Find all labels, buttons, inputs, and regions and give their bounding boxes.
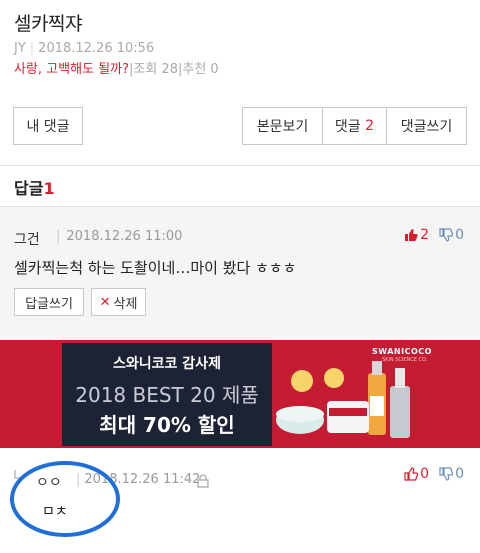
post-author: JY <box>14 41 26 56</box>
comment-item: ㅇㅇ | 2018.12.26 11:42 0 0 ㅁㅊ <box>0 448 480 553</box>
comments-button[interactable]: 댓글 2 <box>323 108 387 144</box>
dislike-button[interactable]: 0 <box>439 466 464 482</box>
comments-count: 2 <box>365 118 375 134</box>
lock-icon <box>197 474 209 488</box>
ad-brand: SWANICOCO <box>372 347 432 356</box>
like-button[interactable]: 0 <box>404 466 429 482</box>
delete-label: 삭제 <box>113 296 138 312</box>
ad-line-1: 스와니코코 감사제 <box>113 356 221 372</box>
reply-button[interactable]: 답글쓰기 <box>14 288 84 316</box>
post-title: 셀카찍쟈 <box>14 13 82 35</box>
comment-votes: 2 0 <box>404 227 464 243</box>
comments-label: 댓글 <box>334 119 361 135</box>
dislike-button[interactable]: 0 <box>439 227 464 243</box>
post-header: 셀카찍쟈 JY | 2018.12.26 10:56 사랑, 고백해도 될까?|조회… <box>0 0 480 100</box>
post-meta-2: 사랑, 고백해도 될까?|조회 28|추천 0 <box>14 62 219 77</box>
my-comments-button[interactable]: 내 댓글 <box>13 107 83 145</box>
view-post-button[interactable]: 본문보기 <box>243 108 323 144</box>
like-button[interactable]: 2 <box>404 227 429 243</box>
close-icon: ✕ <box>99 294 111 310</box>
post-meta: JY | 2018.12.26 10:56 <box>14 41 155 56</box>
replies-count: 1 <box>43 179 55 198</box>
post-date: 2018.12.26 10:56 <box>38 41 155 56</box>
thumbs-up-icon <box>404 467 419 481</box>
thumbs-up-icon <box>405 229 418 241</box>
ad-line-3: 최대 70% 할인 <box>99 413 235 437</box>
ad-text-box: 스와니코코 감사제 2018 BEST 20 제품 최대 70% 할인 <box>62 343 272 446</box>
comment-votes: 0 0 <box>404 466 464 482</box>
like-count: 0 <box>420 466 430 482</box>
thumbs-down-icon <box>439 228 454 242</box>
dislike-count: 0 <box>455 227 464 243</box>
divider <box>0 165 480 166</box>
comment-date: | 2018.12.26 11:00 <box>56 229 183 244</box>
post-category-link[interactable]: 사랑, 고백해도 될까? <box>14 62 129 77</box>
post-views: 조회 28 <box>133 62 178 77</box>
delete-button[interactable]: ✕ 삭제 <box>91 288 146 316</box>
comment-body: 셀카찍는척 하는 도촬이네…마이 봤다 ㅎㅎㅎ <box>14 259 297 277</box>
product-image <box>276 361 410 438</box>
thumbs-down-icon <box>439 467 454 481</box>
dislike-count: 0 <box>455 466 464 482</box>
ad-line-2: 2018 BEST 20 제품 <box>75 383 259 407</box>
replies-heading: 답글1 <box>14 175 55 199</box>
annotation-circle <box>10 461 120 537</box>
post-recommend: 추천 0 <box>182 62 219 77</box>
comment-author: 그건 <box>14 232 40 248</box>
comment-action-group: 본문보기 댓글 2 댓글쓰기 <box>242 107 467 145</box>
write-comment-button[interactable]: 댓글쓰기 <box>387 108 466 144</box>
comment-item: 그건 | 2018.12.26 11:00 2 0 셀카찍는척 하는 도촬이네…마… <box>0 207 480 340</box>
like-count: 2 <box>420 227 430 243</box>
ad-banner[interactable]: 스와니코코 감사제 2018 BEST 20 제품 최대 70% 할인 SWAN… <box>0 340 480 448</box>
replies-heading-label: 답글 <box>14 179 44 198</box>
